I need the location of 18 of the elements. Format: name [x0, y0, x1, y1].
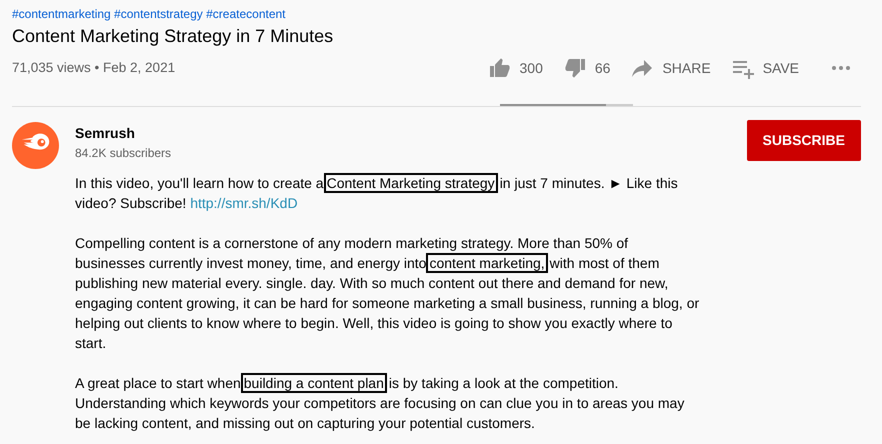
subscribe-button[interactable]: SUBSCRIBE [746, 120, 861, 161]
channel-name[interactable]: Semrush [75, 123, 747, 144]
save-button[interactable]: SAVE [720, 56, 809, 80]
share-button[interactable]: SHARE [620, 56, 721, 80]
subscriber-count: 84.2K subscribers [75, 145, 172, 162]
more-icon [831, 65, 851, 71]
description-paragraph: Compelling content is a cornerstone of any modern marketing strategy. More than 50% of businesses currently invest money, time, and energy into content marketing, with most of them publishing new material every. single. day. With so much content out there and demand for new, engaging content growing, it can be hard for someone marketing a small business, running a blog, or helping out clients to know where to begin. Well, this video is going to show you exactly where to start. [75, 234, 700, 353]
description-link[interactable]: http://smr.sh/KdD [190, 195, 298, 211]
channel-avatar[interactable] [12, 122, 59, 169]
description-paragraph: A great place to start when building a content plan is by taking a look at the competition. Understanding which keywords your competitors are focusing on can clue you in to areas you may be lacking content, and missing out on capturing your potential customers. [75, 374, 686, 433]
video-title: Content Marketing Strategy in 7 Minutes [12, 25, 334, 48]
view-count-date: 71,035 views • Feb 2, 2021 [12, 58, 176, 77]
hashtag-links[interactable]: #contentmarketing #contentstrategy #createcontent [12, 5, 861, 23]
thumbs-down-icon [562, 56, 587, 80]
description-paragraph: In this video, you'll learn how to create a Content Marketing strategy in just 7 minutes. ► Like this video? Subscribe! http://smr.sh/KdD [75, 174, 679, 213]
dislike-button[interactable]: 66 [552, 56, 620, 80]
like-button[interactable]: 300 [478, 56, 553, 80]
thumbs-up-icon [488, 56, 512, 80]
